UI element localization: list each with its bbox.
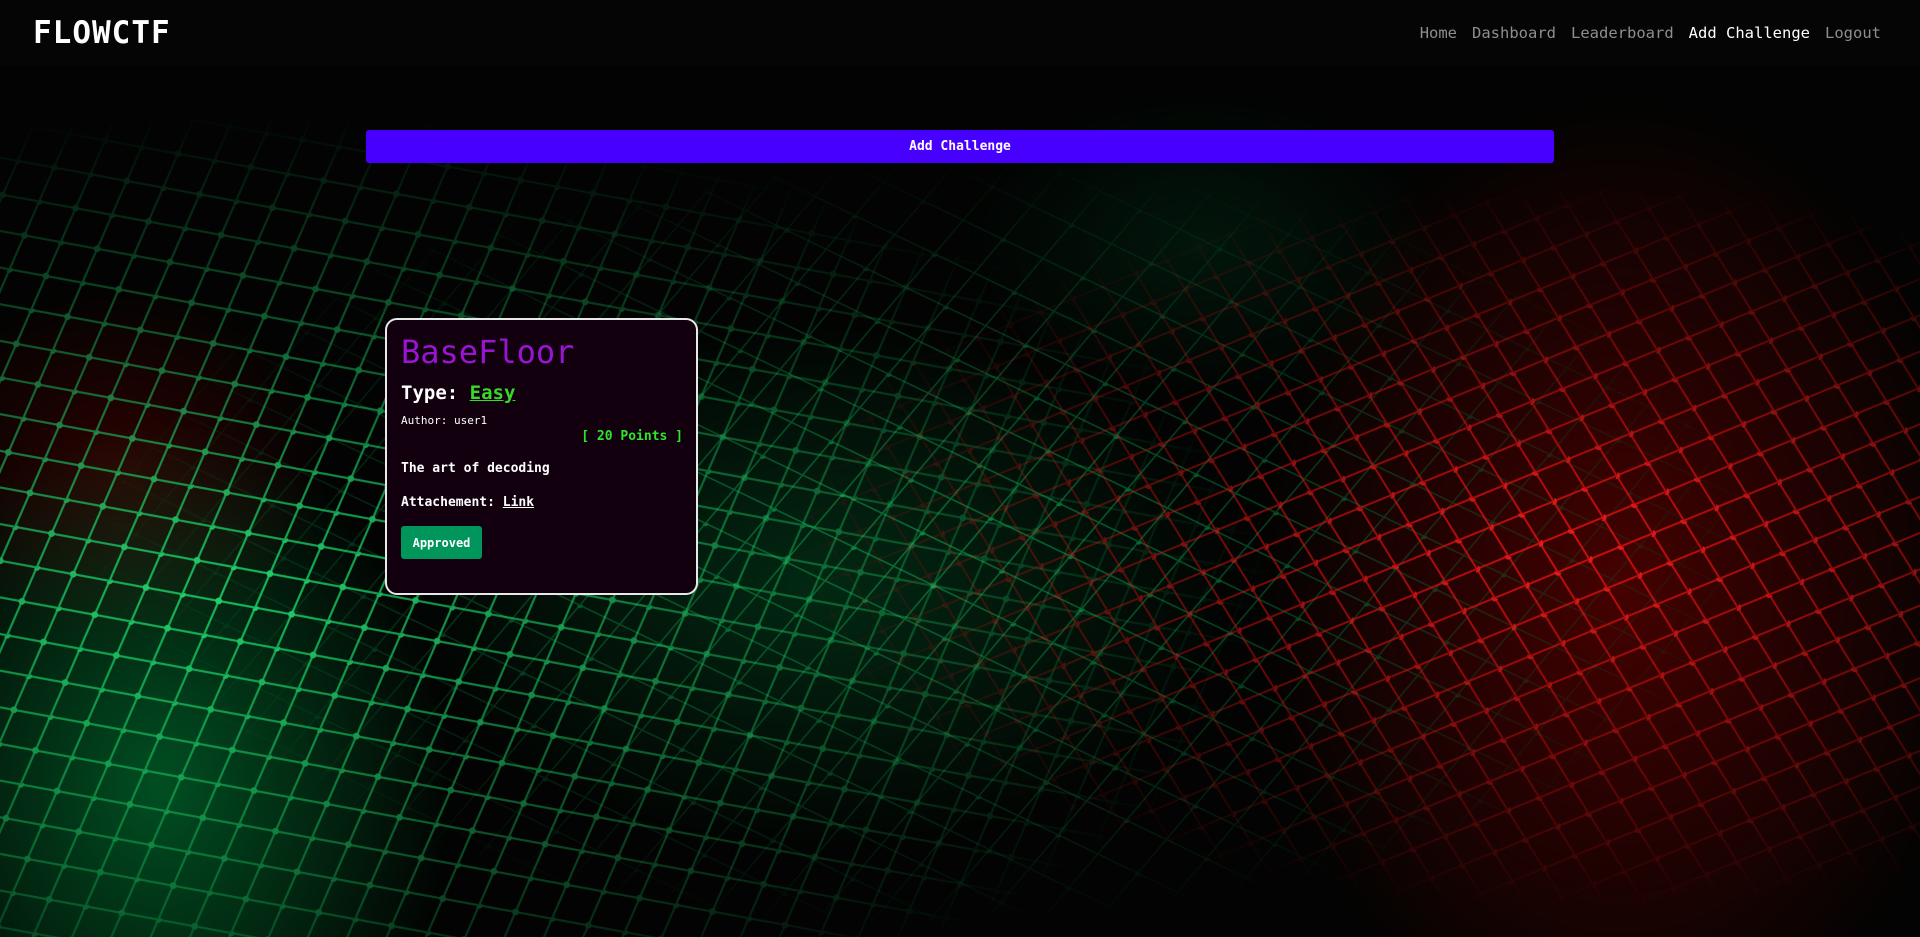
- top-navbar: FLOWCTF Home Dashboard Leaderboard Add C…: [0, 0, 1920, 66]
- nav-link-add-challenge[interactable]: Add Challenge: [1689, 24, 1810, 42]
- type-label: Type:: [401, 382, 459, 404]
- challenge-title: BaseFloor: [401, 333, 575, 371]
- challenge-points: [ 20 Points ]: [581, 429, 683, 444]
- network-mesh-graphic: [0, 66, 1920, 937]
- challenge-attachment-row: Attachement: Link: [401, 495, 683, 510]
- nav-link-logout[interactable]: Logout: [1825, 24, 1881, 42]
- challenge-author: Author: user1: [401, 414, 488, 427]
- attachment-link[interactable]: Link: [503, 495, 534, 510]
- challenge-card: BaseFloor Type: Easy Author: user1 [ 20 …: [385, 318, 698, 595]
- attachment-label: Attachement:: [401, 495, 495, 510]
- background-image: [0, 66, 1920, 937]
- nav-link-leaderboard[interactable]: Leaderboard: [1571, 24, 1674, 42]
- challenge-type-row: Type: Easy: [401, 382, 683, 404]
- nav-link-dashboard[interactable]: Dashboard: [1472, 24, 1556, 42]
- nav-link-home[interactable]: Home: [1420, 24, 1457, 42]
- nav-links: Home Dashboard Leaderboard Add Challenge…: [1420, 24, 1881, 42]
- type-value-link[interactable]: Easy: [470, 382, 516, 404]
- brand-logo[interactable]: FLOWCTF: [33, 15, 171, 51]
- approved-status-button[interactable]: Approved: [401, 526, 482, 559]
- challenge-description: The art of decoding: [401, 461, 550, 476]
- add-challenge-button[interactable]: Add Challenge: [366, 130, 1554, 163]
